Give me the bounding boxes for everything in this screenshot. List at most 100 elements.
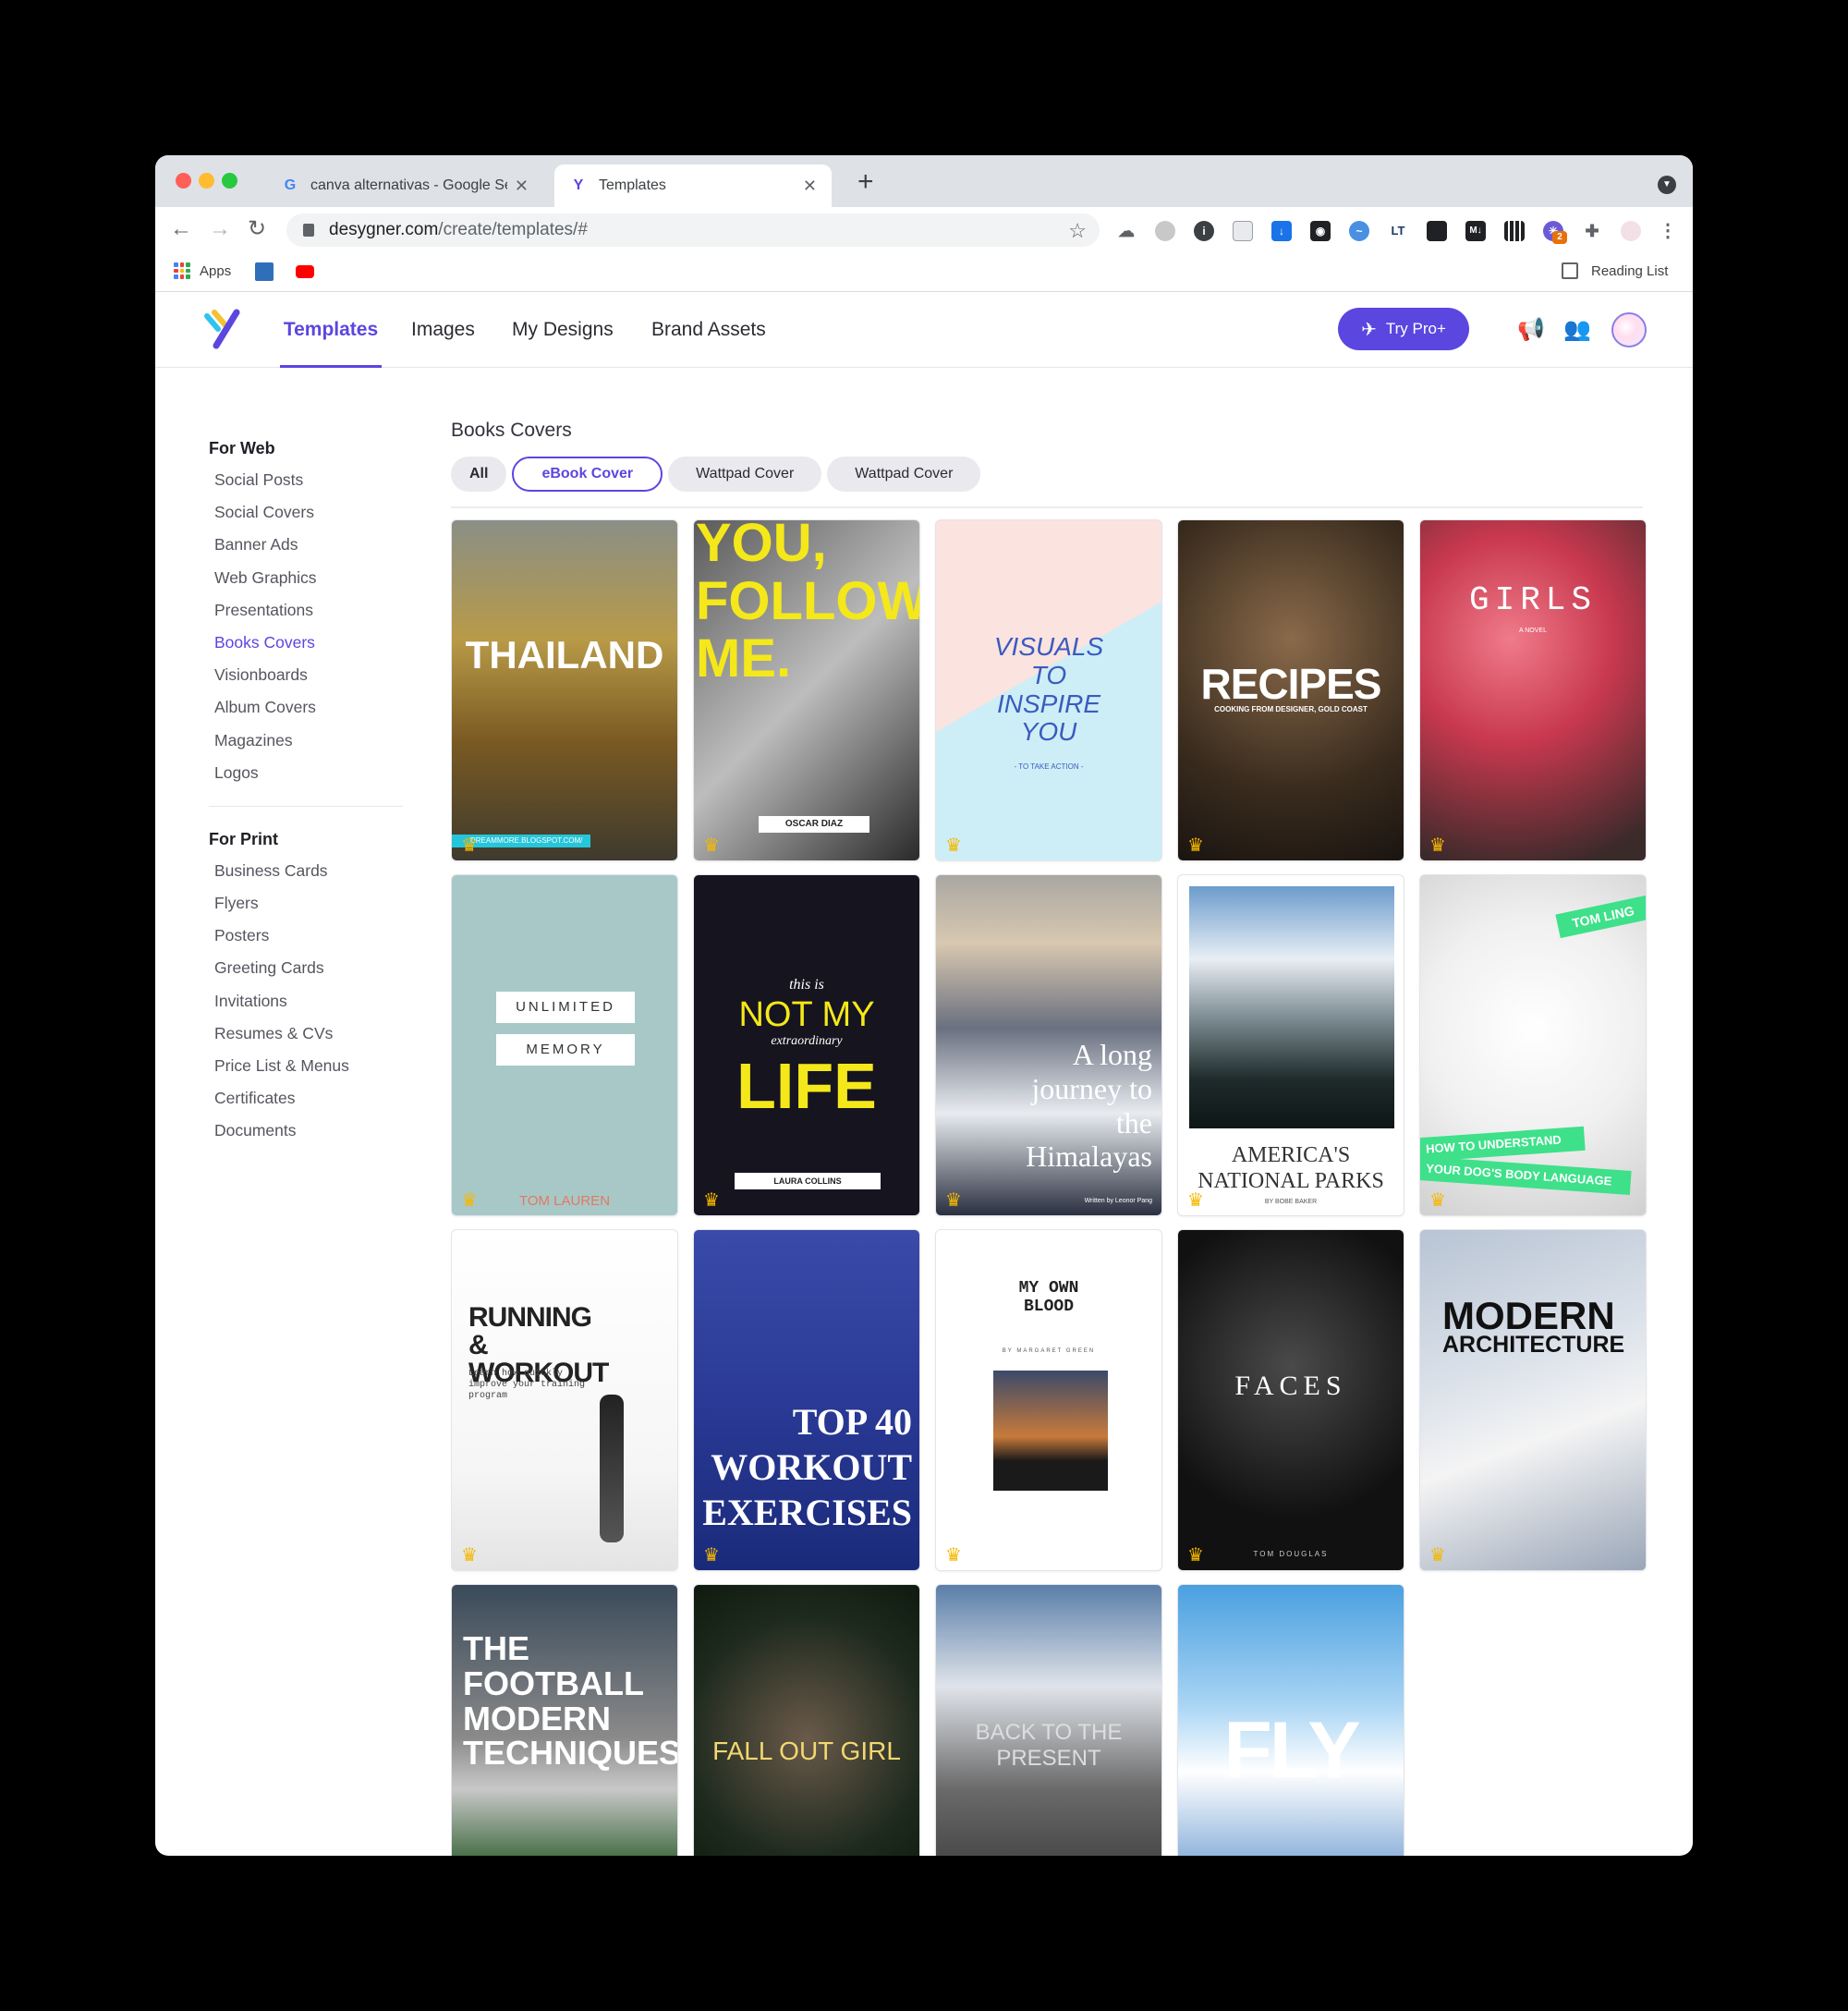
sidebar-item-books-covers[interactable]: Books Covers (209, 627, 412, 659)
back-icon[interactable]: ← (170, 218, 192, 240)
sidebar-item-business-cards[interactable]: Business Cards (209, 855, 412, 887)
flag-icon[interactable] (1427, 221, 1447, 241)
cloud-icon[interactable]: ☁ (1116, 221, 1137, 241)
sidebar-item-banner-ads[interactable]: Banner Ads (209, 529, 412, 561)
bookmark-site-icon[interactable] (255, 262, 274, 281)
template-title: FLY (1223, 1706, 1361, 1795)
template-title-4: LIFE (736, 1050, 877, 1122)
sidebar-item-logos[interactable]: Logos (209, 757, 412, 789)
nav-images[interactable]: Images (411, 292, 475, 368)
sidebar-item-social-posts[interactable]: Social Posts (209, 464, 412, 496)
template-card[interactable]: MY OWN BLOOD BY MARGARET GREEN ♛ (935, 1229, 1162, 1571)
sidebar-item-price-list-menus[interactable]: Price List & Menus (209, 1050, 412, 1082)
reading-list-button[interactable]: Reading List (1591, 263, 1668, 279)
desygner-logo-icon[interactable] (203, 309, 242, 349)
bookmark-star-icon[interactable]: ☆ (1068, 219, 1087, 243)
puzzle-icon[interactable]: ✚ (1582, 221, 1602, 241)
sidebar-item-social-covers[interactable]: Social Covers (209, 496, 412, 529)
template-card[interactable]: THAILAND DREAMMORE.BLOGSPOT.COM/ ♛ (451, 519, 678, 861)
template-card[interactable]: THE FOOTBALL MODERN TECHNIQUES (451, 1584, 678, 1856)
forward-icon[interactable]: → (209, 218, 231, 240)
template-card[interactable]: TOM LING HOW TO UNDERSTAND YOUR DOG'S BO… (1419, 874, 1647, 1216)
tab-search-icon[interactable]: ▼ (1658, 176, 1676, 194)
template-photo (993, 1371, 1108, 1491)
minimize-window-button[interactable] (199, 173, 214, 189)
template-card[interactable]: AMERICA'S NATIONAL PARKS BY BOBE BAKER ♛ (1177, 874, 1404, 1216)
new-tab-icon[interactable]: + (857, 168, 874, 196)
crown-icon: ♛ (945, 1190, 962, 1211)
filter-ebook-cover[interactable]: eBook Cover (512, 457, 663, 492)
template-card[interactable]: FLY (1177, 1584, 1404, 1856)
sidebar-item-web-graphics[interactable]: Web Graphics (209, 562, 412, 594)
template-card[interactable]: A long journey to the Himalayas Written … (935, 874, 1162, 1216)
team-icon[interactable]: 👥 (1563, 316, 1591, 344)
template-card[interactable]: MODERN ARCHITECTURE ♛ (1419, 1229, 1647, 1571)
template-title: UNLIMITED (496, 992, 635, 1023)
qr-code-icon[interactable] (1504, 221, 1525, 241)
sidebar-item-album-covers[interactable]: Album Covers (209, 691, 412, 724)
close-tab-icon[interactable]: ✕ (515, 177, 529, 196)
template-title: YOU, FOLLOW ME. (696, 519, 920, 689)
browser-window: G canva alternativas - Google Se ✕ Y Tem… (155, 155, 1693, 1856)
filter-wattpad-cover[interactable]: Wattpad Cover (668, 457, 822, 492)
sidebar-item-magazines[interactable]: Magazines (209, 725, 412, 757)
template-card[interactable]: RUNNING & WORKOUT Learn how quickly impr… (451, 1229, 678, 1571)
document-icon[interactable] (1233, 221, 1253, 241)
reload-icon[interactable]: ↻ (248, 218, 266, 240)
nav-brand-assets[interactable]: Brand Assets (651, 292, 766, 368)
nav-my-designs[interactable]: My Designs (512, 292, 614, 368)
filter-wattpad-cover-2[interactable]: Wattpad Cover (827, 457, 981, 492)
apps-bookmark[interactable]: Apps (200, 263, 231, 279)
crown-icon: ♛ (461, 1545, 478, 1566)
template-subtitle: Learn how quickly improve your training … (468, 1369, 586, 1401)
camera-icon[interactable]: ◉ (1310, 221, 1331, 241)
tab-google-search[interactable]: G canva alternativas - Google Se ✕ (266, 165, 543, 207)
sidebar-item-invitations[interactable]: Invitations (209, 985, 412, 1018)
more-menu-icon[interactable]: ⋮ (1658, 221, 1678, 241)
sidebar-item-certificates[interactable]: Certificates (209, 1082, 412, 1115)
download-icon[interactable]: ↓ (1271, 221, 1292, 241)
apps-grid-icon[interactable] (174, 262, 190, 279)
browser-toolbar: ← → ↻ desygner.com/create/templates/# ☆ … (155, 207, 1693, 253)
template-card[interactable]: TOP 40 WORKOUT EXERCISES ♛ (693, 1229, 920, 1571)
close-tab-icon[interactable]: ✕ (803, 177, 817, 196)
nav-templates[interactable]: Templates (280, 292, 382, 368)
template-card[interactable]: BACK TO THE PRESENT (935, 1584, 1162, 1856)
template-card[interactable]: UNLIMITED MEMORY TOM LAUREN ♛ (451, 874, 678, 1216)
template-card[interactable]: FALL OUT GIRL (693, 1584, 920, 1856)
pulse-icon[interactable]: ~ (1349, 221, 1369, 241)
app-header: Templates Images My Designs Brand Assets… (155, 292, 1693, 368)
sidebar-item-greeting-cards[interactable]: Greeting Cards (209, 952, 412, 984)
extension-icon[interactable] (1155, 221, 1175, 241)
sidebar-item-presentations[interactable]: Presentations (209, 594, 412, 627)
template-card[interactable]: VISUALS TO INSPIRE YOU - TO TAKE ACTION … (935, 519, 1162, 861)
sidebar-item-visionboards[interactable]: Visionboards (209, 659, 412, 691)
template-title-2: NOT MY (738, 995, 875, 1034)
template-card[interactable]: FACES TOM DOUGLAS ♛ (1177, 1229, 1404, 1571)
template-title-2: NATIONAL PARKS (1198, 1169, 1384, 1193)
tab-templates[interactable]: Y Templates ✕ (554, 165, 832, 207)
profile-icon[interactable] (1621, 221, 1641, 241)
template-card[interactable]: this is NOT MY extraordinary LIFE LAURA … (693, 874, 920, 1216)
sidebar-item-resumes-cvs[interactable]: Resumes & CVs (209, 1018, 412, 1050)
close-window-button[interactable] (176, 173, 191, 189)
address-bar[interactable]: desygner.com/create/templates/# ☆ (286, 213, 1100, 247)
crown-icon: ♛ (461, 1190, 478, 1211)
avatar[interactable] (1611, 312, 1647, 347)
m-icon[interactable]: M↓ (1465, 221, 1486, 241)
youtube-icon[interactable] (296, 265, 314, 278)
sidebar-item-flyers[interactable]: Flyers (209, 887, 412, 920)
megaphone-icon[interactable]: 📢 (1517, 316, 1545, 344)
try-pro-button[interactable]: ✈ Try Pro+ (1338, 308, 1469, 350)
sidebar-item-posters[interactable]: Posters (209, 920, 412, 952)
maximize-window-button[interactable] (222, 173, 237, 189)
template-subtitle: BY BOBE BAKER (1264, 1199, 1318, 1205)
filter-all[interactable]: All (451, 457, 507, 492)
template-card[interactable]: YOU, FOLLOW ME. OSCAR DIAZ ♛ (693, 519, 920, 861)
template-card[interactable]: GIRLS A NOVEL ♛ (1419, 519, 1647, 861)
template-card[interactable]: RECIPES COOKING FROM DESIGNER, GOLD COAS… (1177, 519, 1404, 861)
sidebar-item-documents[interactable]: Documents (209, 1115, 412, 1147)
reading-list-icon[interactable] (1562, 262, 1578, 279)
lt-icon[interactable]: LT (1388, 221, 1408, 241)
password-icon[interactable]: i (1194, 221, 1214, 241)
